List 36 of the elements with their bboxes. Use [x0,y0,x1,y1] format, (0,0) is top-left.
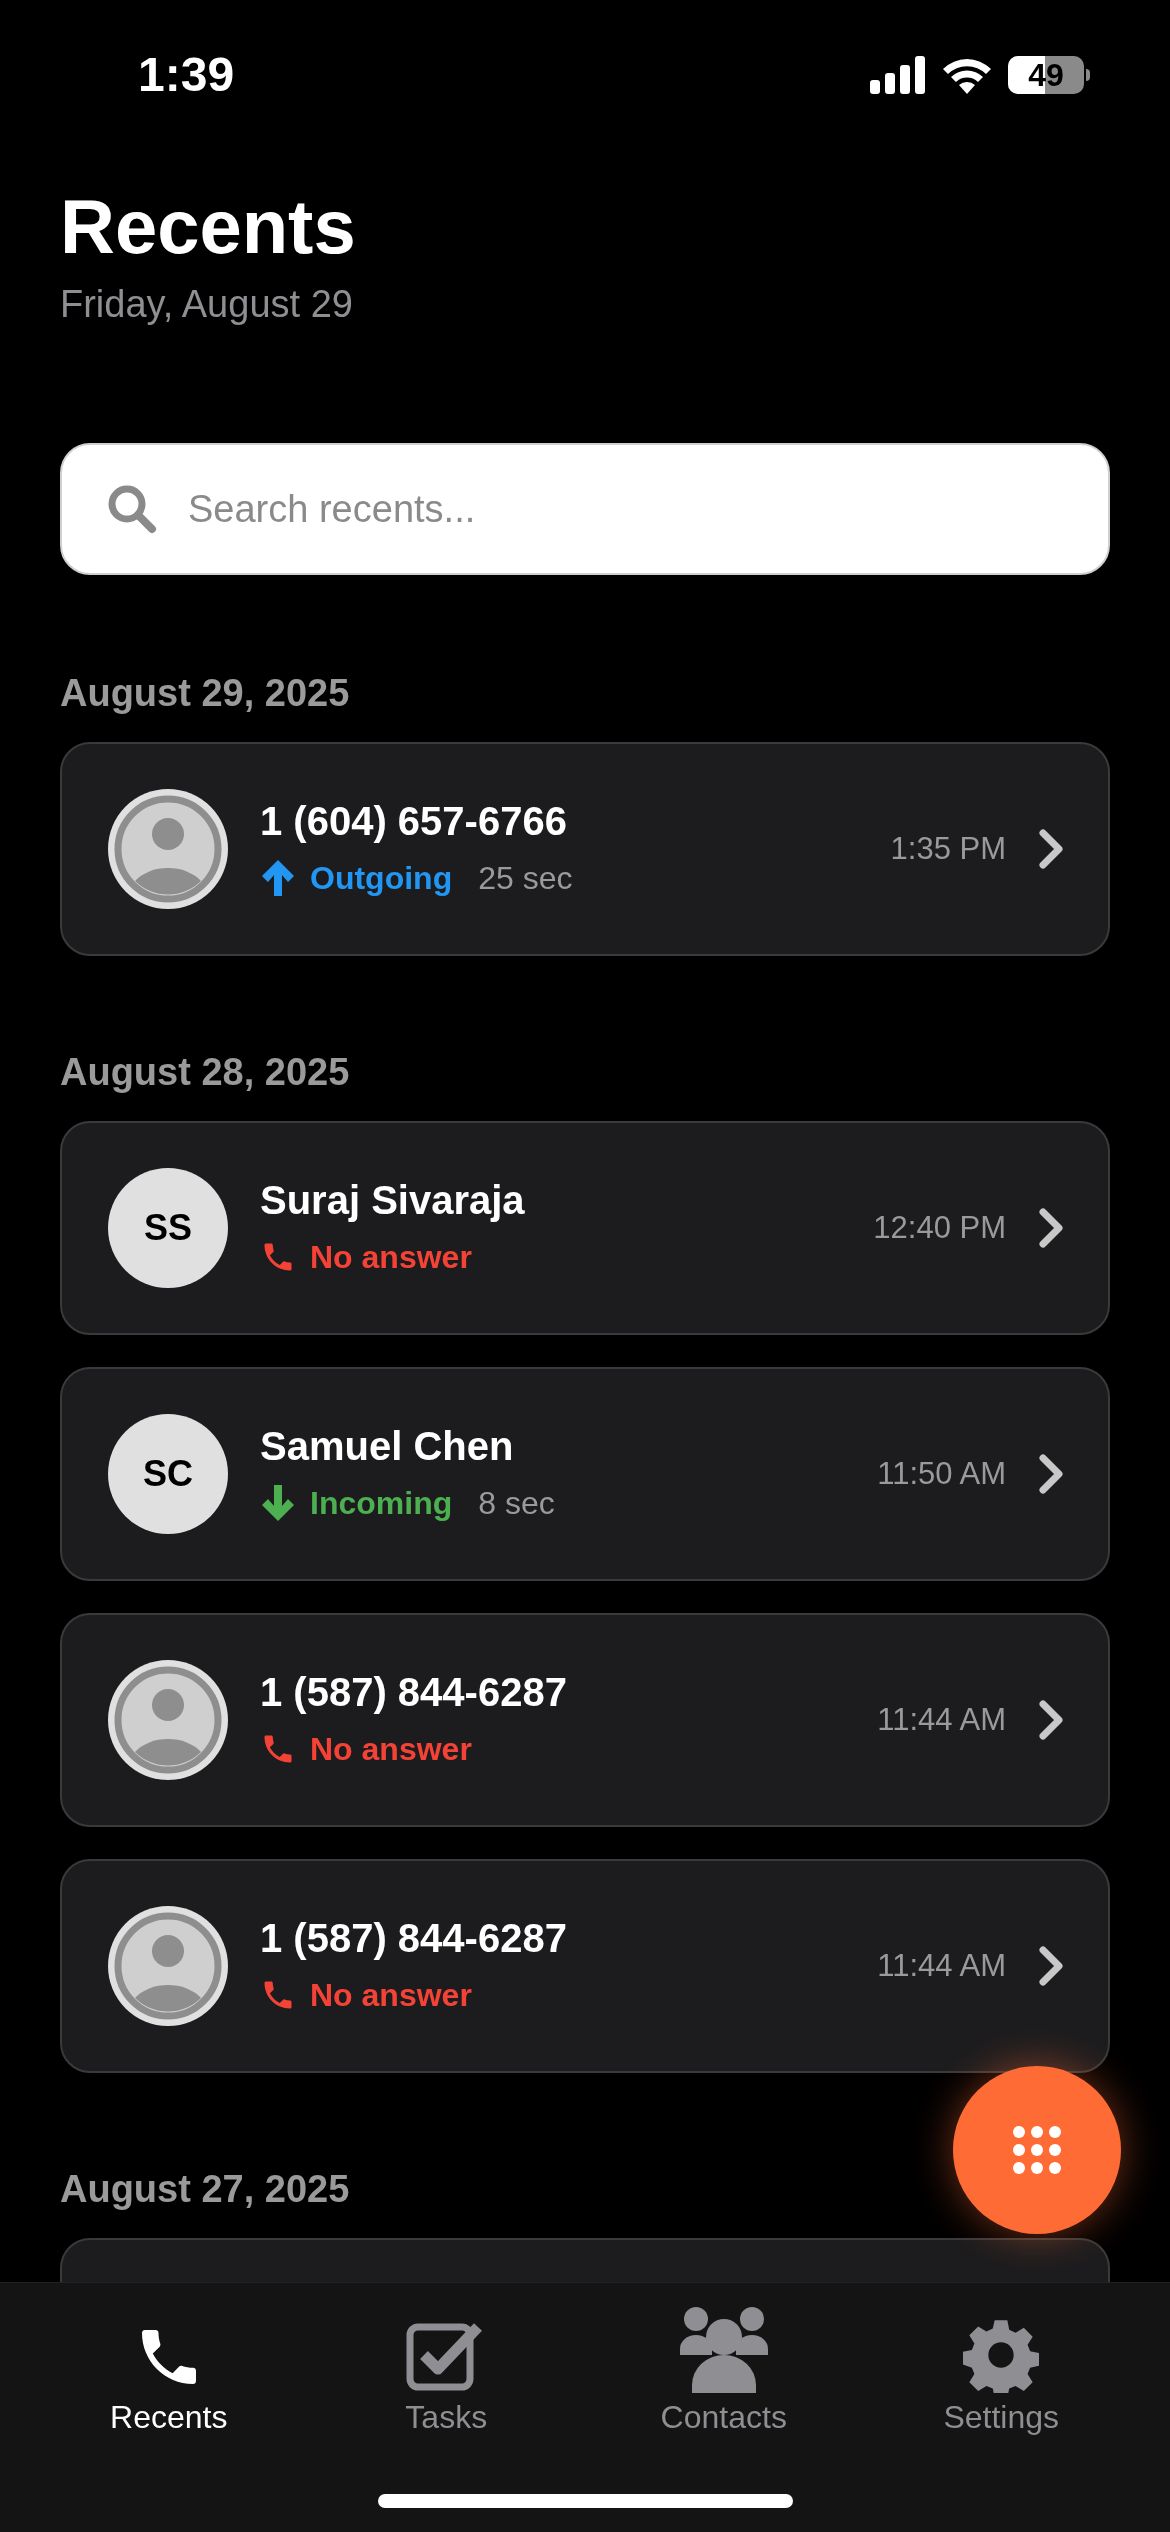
call-time: 1:35 PM [890,829,1006,868]
call-card[interactable]: 1 (587) 844-6287 No answer 11:44 AM [60,1613,1110,1827]
page-title: Recents [60,183,357,271]
section-date: August 28, 2025 [60,1050,351,1095]
call-status: Outgoing [310,859,453,898]
date-subtitle: Friday, August 29 [60,282,354,327]
caller-name: 1 (587) 844-6287 [260,1915,568,1962]
caller-name: 1 (587) 844-6287 [260,1669,568,1716]
call-card[interactable]: 1 (587) 844-6287 No answer 11:44 AM [60,1859,1110,2073]
tab[interactable]: Recents [48,2301,289,2437]
search-input[interactable]: Search recents... [188,480,1064,538]
call-card[interactable]: SC Samuel Chen Incoming 8 sec 11:50 AM [60,1367,1110,1581]
tab[interactable]: Contacts [603,2301,844,2437]
caller-name: 1 (604) 657-6766 [260,798,568,845]
call-card[interactable]: SS Suraj Sivaraja No answer 12:40 PM [60,1121,1110,1335]
search-field[interactable]: Search recents... [60,443,1110,575]
avatar-initials: SS [108,1168,228,1288]
call-time: 12:40 PM [873,1208,1006,1247]
call-status: Incoming [310,1484,453,1523]
caller-name: Suraj Sivaraja [260,1177,526,1224]
call-duration: 8 sec [478,1484,555,1523]
status-time: 1:39 [138,47,235,103]
call-time: 11:44 AM [877,1946,1006,1985]
call-duration: 25 sec [478,859,573,898]
call-time: 11:44 AM [877,1700,1006,1739]
call-status: No answer [310,1730,472,1769]
avatar-initials: SC [108,1414,228,1534]
caller-name: Samuel Chen [260,1423,515,1470]
call-card[interactable]: 1 (604) 657-6766 Outgoing 25 sec 1:35 PM [60,742,1110,956]
section-date: August 29, 2025 [60,671,351,716]
call-time: 11:50 AM [877,1454,1006,1493]
tab[interactable]: Tasks [326,2301,567,2437]
call-status: No answer [310,1238,472,1277]
tab[interactable]: Settings [881,2301,1122,2437]
section-date: August 27, 2025 [60,2167,351,2212]
call-status: No answer [310,1976,472,2015]
